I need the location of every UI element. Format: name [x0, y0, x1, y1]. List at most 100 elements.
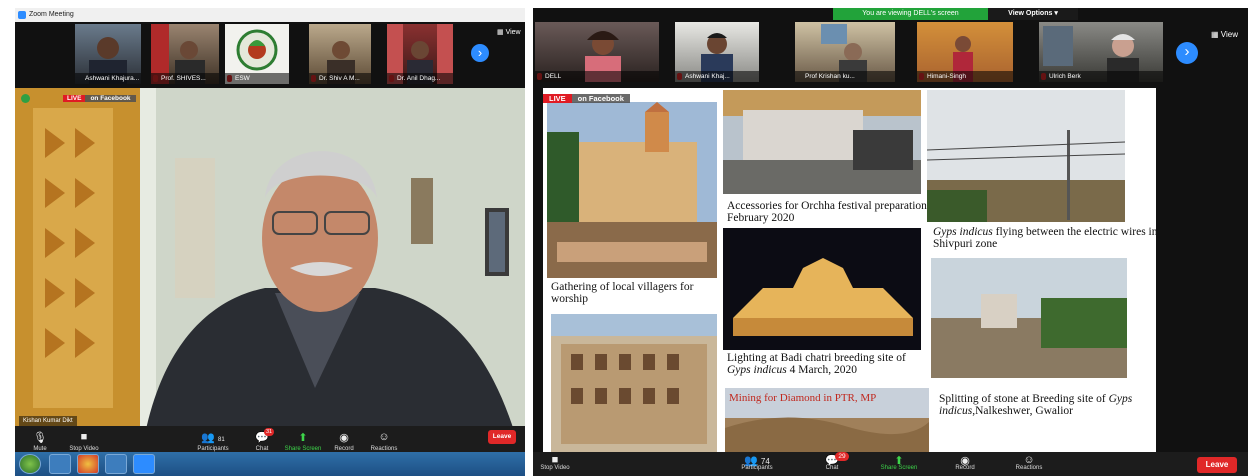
participant-name: Prof Krishan ku... [795, 71, 895, 82]
share-screen-icon: ⬆ [894, 455, 904, 467]
participant-strip: Ashwani Khajura... Prof. SHIVES... ESW D… [15, 22, 525, 88]
participant-tile[interactable]: Himani-Singh [917, 22, 1013, 82]
caption-gyps-wires: Gyps indicus flying between the electric… [933, 226, 1156, 250]
caption-lighting: Lighting at Badi chatri breeding site of… [727, 352, 923, 376]
participant-name: Ashwani Khaj... [675, 71, 759, 82]
reactions-button[interactable]: ☺ Reactions [367, 431, 401, 452]
caption-text: Splitting of stone at Breeding site of [939, 393, 1109, 405]
caption-accessories: Accessories for Orchha festival preparat… [727, 200, 927, 224]
share-screen-button[interactable]: ⬆ Share Screen [283, 431, 323, 452]
caption-gathering: Gathering of local villagers for worship [551, 281, 694, 305]
night-lighting-photo [723, 228, 921, 350]
participant-name: Himani-Singh [917, 71, 1013, 82]
zoom-icon[interactable] [133, 454, 155, 474]
window-title: Zoom Meeting [29, 11, 74, 18]
participant-tile[interactable]: Ashwani Khajura... [75, 24, 141, 84]
window-titlebar: Zoom Meeting [15, 8, 525, 22]
next-page-arrow-icon[interactable]: › [1176, 42, 1198, 64]
reactions-icon: ☺ [378, 431, 390, 443]
share-screen-button[interactable]: ⬆ Share Screen [871, 454, 927, 471]
participant-tile[interactable]: Ashwani Khaj... [675, 22, 759, 82]
view-button[interactable]: ▦ View [497, 28, 521, 36]
participant-tile[interactable]: Prof. SHIVES... [151, 24, 219, 84]
participant-name: DELL [535, 71, 659, 82]
participant-name: Ashwani Khajura... [75, 73, 141, 84]
participants-icon: 👥 81 [201, 432, 225, 444]
zoom-logo-icon [18, 11, 26, 19]
record-label: Record [955, 465, 975, 471]
chat-label: Chat [825, 465, 839, 471]
live-badge: LIVE on Facebook [63, 93, 136, 105]
chrome-icon[interactable] [77, 454, 99, 474]
participant-tile[interactable]: Dr. Shiv A M... [309, 24, 371, 84]
next-page-arrow-icon[interactable]: › [471, 44, 489, 62]
reactions-button[interactable]: ☺ Reactions [1007, 454, 1051, 471]
participant-name: Dr. Anil Dhag... [387, 73, 453, 84]
right-zoom-window: You are viewing DELL's screen View Optio… [533, 8, 1248, 476]
participant-tile[interactable]: ESW [225, 24, 289, 84]
participants-icon: 👥 74 [744, 455, 770, 467]
species-name: Gyps indicus [933, 226, 993, 238]
live-label: LIVE [63, 95, 86, 102]
leave-button[interactable]: Leave [1197, 457, 1237, 473]
participants-button[interactable]: 👥 81 Participants [193, 431, 233, 452]
mute-button[interactable]: 🎙 Mute [29, 431, 51, 452]
share-screen-icon: ⬆ [298, 432, 308, 444]
wires-photo [927, 90, 1125, 222]
chat-badge: 29 [835, 452, 849, 461]
participant-name: Dr. Shiv A M... [309, 73, 371, 84]
stop-video-button[interactable]: ■ Stop Video [67, 431, 101, 452]
record-button[interactable]: ◉ Record [331, 431, 357, 452]
record-icon: ◉ [960, 455, 970, 467]
participant-tile[interactable]: Dr. Anil Dhag... [387, 24, 453, 84]
record-icon: ◉ [339, 432, 349, 444]
speaker-video-frame [15, 88, 525, 434]
participants-button[interactable]: 👥 74 Participants [733, 454, 781, 471]
temple-photo [547, 102, 717, 278]
stop-video-label: Stop Video [540, 465, 570, 471]
windows-taskbar [15, 452, 525, 476]
participants-label: Participants [741, 465, 773, 471]
security-shield-icon[interactable] [21, 94, 30, 103]
microphone-icon: 🎙 [33, 432, 47, 444]
file-explorer-icon[interactable] [49, 454, 71, 474]
caption-text: ,Nalkeshwer, Gwalior [972, 405, 1074, 417]
meeting-toolbar: ■ Stop Video 👥 74 Participants 💬 Chat 29 ⬆ S… [533, 452, 1248, 476]
view-button[interactable]: ▦ View [1211, 30, 1238, 39]
start-button-icon[interactable] [19, 454, 41, 474]
video-camera-icon: ■ [551, 454, 559, 466]
on-facebook-label: on Facebook [85, 95, 136, 102]
on-facebook-label: on Facebook [571, 94, 630, 103]
word-icon[interactable] [105, 454, 127, 474]
participant-tile[interactable]: Prof Krishan ku... [795, 22, 895, 82]
live-badge: LIVE on Facebook [543, 92, 630, 105]
participant-name: Prof. SHIVES... [151, 73, 219, 84]
live-label: LIVE [543, 94, 572, 103]
left-zoom-window: Zoom Meeting Ashwani Khajura... Prof. SH… [15, 8, 525, 476]
participant-name: Ulrich Berk [1039, 71, 1163, 82]
record-button[interactable]: ◉ Record [947, 454, 983, 471]
view-label: View [1220, 30, 1238, 39]
view-options-button[interactable]: View Options ▾ [988, 8, 1078, 20]
viewing-screen-banner: You are viewing DELL's screen [833, 8, 988, 20]
reactions-icon: ☺ [1023, 454, 1035, 466]
view-options-label: View Options [1008, 10, 1053, 17]
caption-text: Lighting at Badi chatri breeding site of [727, 352, 906, 364]
leave-button[interactable]: Leave [488, 430, 516, 444]
participant-tile[interactable]: Ulrich Berk [1039, 22, 1163, 82]
stop-video-button[interactable]: ■ Stop Video [533, 454, 577, 471]
species-name: Gyps indicus [727, 364, 787, 376]
palace-photo [551, 314, 717, 460]
shared-screen-slide: Gathering of local villagers for worship… [543, 88, 1156, 460]
accessories-photo [723, 90, 921, 194]
participant-strip: DELL Ashwani Khaj... Prof Krishan ku... … [533, 20, 1248, 88]
caption-splitting: Splitting of stone at Breeding site of G… [939, 393, 1145, 417]
breeding-site-photo [931, 258, 1127, 378]
chat-badge: 31 [264, 428, 275, 436]
share-screen-label: Share Screen [880, 465, 918, 471]
speaker-name: Kishan Kumar Dikt [23, 418, 73, 424]
active-speaker-video: LIVE on Facebook Kishan Kumar Dikt [15, 88, 525, 434]
caption-mining: Mining for Diamond in PTR, MP [729, 392, 877, 404]
participant-tile[interactable]: DELL [535, 22, 659, 82]
view-label: View [505, 29, 521, 36]
